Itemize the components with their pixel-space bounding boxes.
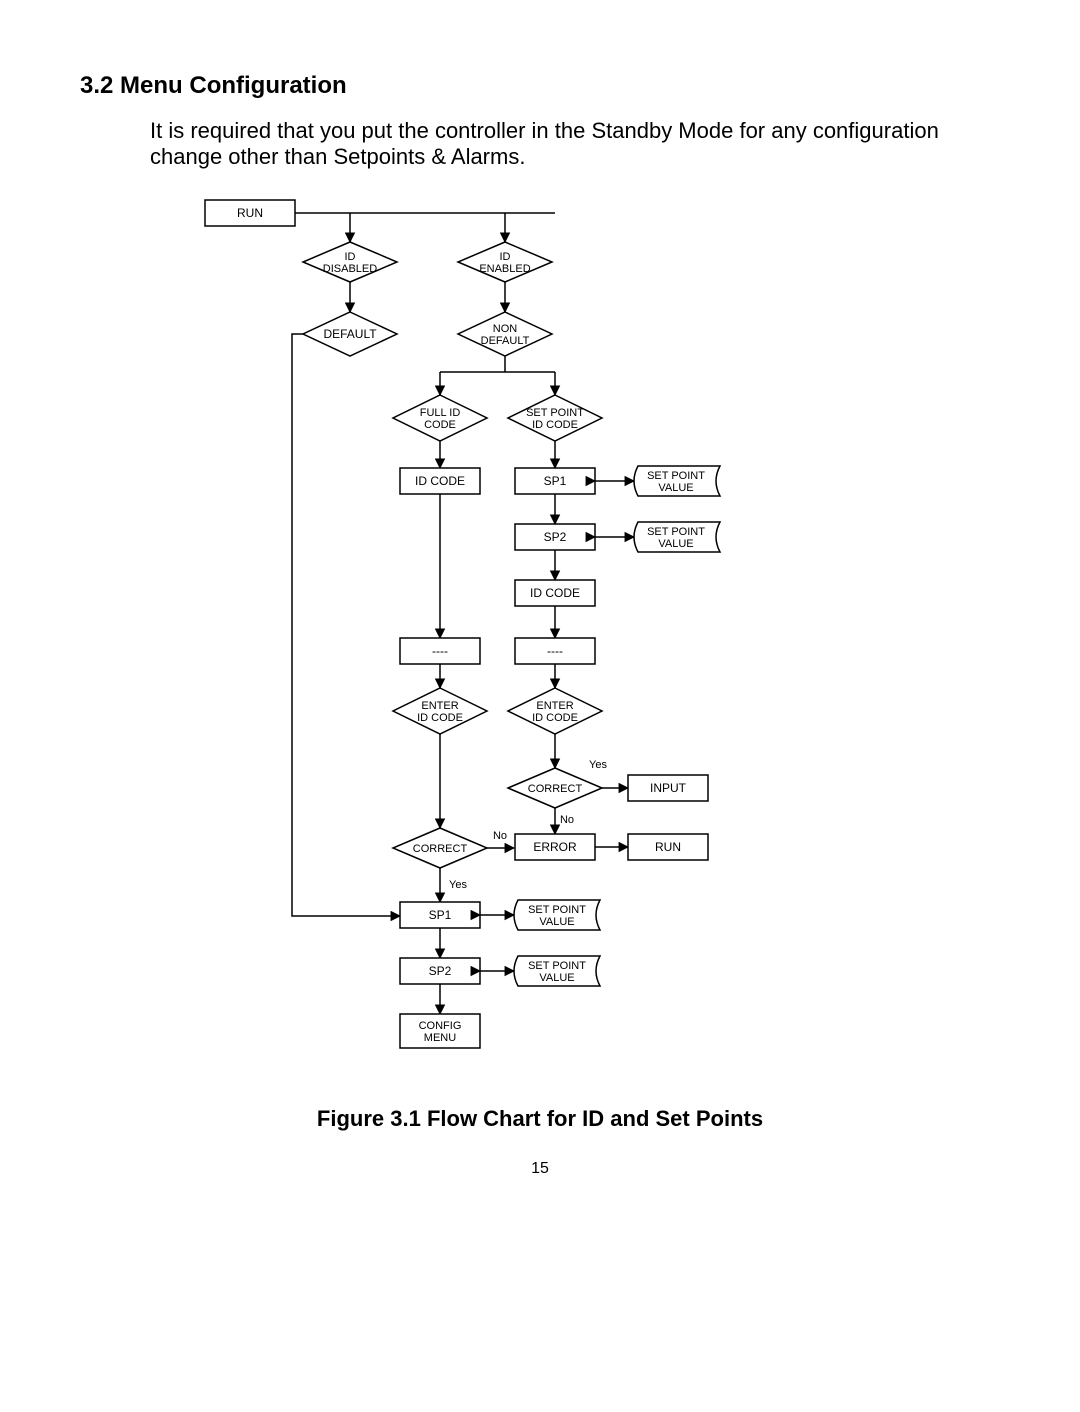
label-full: FULL ID bbox=[420, 407, 461, 419]
label-yes-l: Yes bbox=[449, 879, 467, 891]
label-enter-r1: ENTER bbox=[536, 700, 573, 712]
page-number: 15 bbox=[0, 1160, 1080, 1178]
label-sp2-b: SP2 bbox=[429, 964, 452, 978]
label-spv2a: SET POINT bbox=[647, 526, 705, 538]
page: 3.2 Menu Configuration It is required th… bbox=[0, 0, 1080, 1412]
label-enter-l2: ID CODE bbox=[417, 712, 463, 724]
figure-caption: Figure 3.1 Flow Chart for ID and Set Poi… bbox=[0, 1106, 1080, 1132]
label-full2: CODE bbox=[424, 419, 456, 431]
label-sp2-top: SP2 bbox=[544, 530, 567, 544]
label-config2: MENU bbox=[424, 1032, 456, 1044]
label-sp-id2: ID CODE bbox=[532, 419, 578, 431]
label-spv3b: VALUE bbox=[539, 916, 574, 928]
label-id-enabled-1: ID bbox=[500, 251, 511, 263]
label-sp1-b: SP1 bbox=[429, 908, 452, 922]
label-no-l: No bbox=[493, 830, 507, 842]
label-spv1a: SET POINT bbox=[647, 470, 705, 482]
label-run2: RUN bbox=[655, 840, 681, 854]
label-id-enabled-2: ENABLED bbox=[479, 263, 530, 275]
label-error: ERROR bbox=[533, 840, 577, 854]
label-id-disabled-1: ID bbox=[345, 251, 356, 263]
label-idcode-l: ID CODE bbox=[415, 474, 465, 488]
label-config1: CONFIG bbox=[419, 1020, 462, 1032]
label-enter-r2: ID CODE bbox=[532, 712, 578, 724]
label-run: RUN bbox=[237, 206, 263, 220]
label-id-disabled-2: DISABLED bbox=[323, 263, 377, 275]
label-yes-r: Yes bbox=[589, 759, 607, 771]
label-spv4a: SET POINT bbox=[528, 960, 586, 972]
label-sp1-top: SP1 bbox=[544, 474, 567, 488]
flowchart-svg: RUN ID DISABLED ID ENABLED DEFAULT NON D… bbox=[0, 0, 1080, 1412]
label-dash-l: ---- bbox=[432, 644, 448, 658]
label-spv1b: VALUE bbox=[658, 482, 693, 494]
label-correct-r: CORRECT bbox=[528, 783, 583, 795]
label-non: NON bbox=[493, 323, 518, 335]
label-input: INPUT bbox=[650, 781, 687, 795]
label-spv2b: VALUE bbox=[658, 538, 693, 550]
label-spv3a: SET POINT bbox=[528, 904, 586, 916]
label-correct-l: CORRECT bbox=[413, 843, 468, 855]
label-no-r: No bbox=[560, 814, 574, 826]
label-idcode-r: ID CODE bbox=[530, 586, 580, 600]
label-default: DEFAULT bbox=[323, 327, 377, 341]
label-nondefault: DEFAULT bbox=[481, 335, 530, 347]
label-sp-id: SET POINT bbox=[526, 407, 584, 419]
label-dash-r: ---- bbox=[547, 644, 563, 658]
label-enter-l1: ENTER bbox=[421, 700, 458, 712]
label-spv4b: VALUE bbox=[539, 972, 574, 984]
